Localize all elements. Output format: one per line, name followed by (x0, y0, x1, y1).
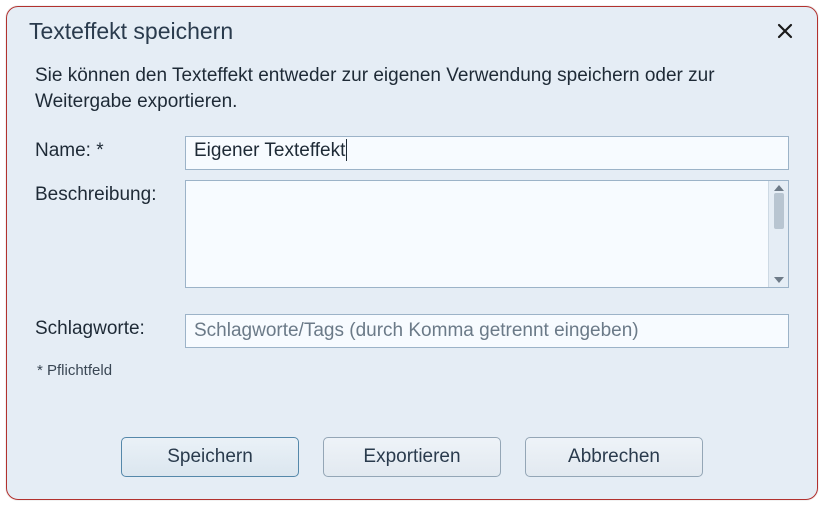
button-row: Speichern Exportieren Abbrechen (7, 419, 817, 499)
close-icon (777, 23, 793, 39)
name-input[interactable]: Eigener Texteffekt (185, 136, 789, 170)
scroll-down-icon[interactable] (774, 277, 784, 283)
name-row: Name: * Eigener Texteffekt (35, 136, 789, 170)
titlebar: Texteffekt speichern (7, 7, 817, 49)
description-input[interactable] (186, 181, 768, 287)
close-button[interactable] (771, 17, 799, 45)
scroll-thumb[interactable] (774, 193, 784, 229)
export-button[interactable]: Exportieren (323, 437, 501, 477)
required-field-note: * Pflichtfeld (37, 362, 789, 379)
description-label: Beschreibung: (35, 180, 185, 288)
name-label: Name: * (35, 136, 185, 170)
text-caret (346, 139, 347, 161)
dialog-title: Texteffekt speichern (29, 18, 771, 45)
description-row: Beschreibung: (35, 180, 789, 288)
dialog-body: Sie können den Texteffekt entweder zur e… (7, 49, 817, 419)
description-field-wrap (185, 180, 789, 288)
save-texteffect-dialog: Texteffekt speichern Sie können den Text… (6, 6, 818, 500)
cancel-button[interactable]: Abbrechen (525, 437, 703, 477)
scroll-track[interactable] (769, 191, 788, 277)
save-button[interactable]: Speichern (121, 437, 299, 477)
intro-text: Sie können den Texteffekt entweder zur e… (35, 63, 789, 114)
name-input-value: Eigener Texteffekt (194, 140, 345, 161)
name-field-wrap: Eigener Texteffekt (185, 136, 789, 170)
tags-label: Schlagworte: (35, 314, 185, 348)
tags-row: Schlagworte: (35, 314, 789, 348)
description-scrollbar[interactable] (768, 181, 788, 287)
tags-field-wrap (185, 314, 789, 348)
tags-input[interactable] (185, 314, 789, 348)
